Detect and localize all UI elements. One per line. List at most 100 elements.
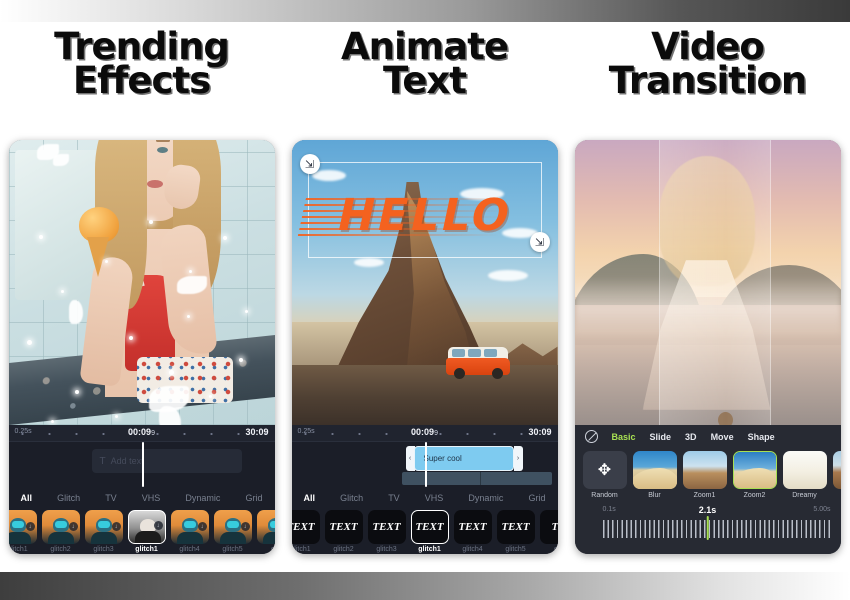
category-tab-dynamic[interactable]: Dynamic: [468, 493, 503, 503]
category-tab-all[interactable]: All: [21, 493, 33, 503]
effect-category-tabs[interactable]: All Glitch TV VHS Dynamic Grid: [292, 487, 558, 508]
van-window: [451, 349, 465, 357]
video-preview-transition[interactable]: [574, 140, 841, 425]
category-tab-tv[interactable]: TV: [105, 493, 117, 503]
no-transition-icon[interactable]: [584, 430, 598, 443]
video-preview-effects[interactable]: [8, 140, 275, 425]
text-style-item[interactable]: TE glit: [539, 510, 558, 553]
category-tab-glitch[interactable]: Glitch: [340, 493, 363, 503]
text-style-label: glitch3: [376, 546, 397, 553]
transition-item-blur[interactable]: Blur: [632, 451, 677, 504]
video-preview-text[interactable]: HELLO ⇲ ⇲: [291, 140, 558, 425]
text-style-thumbnail-list[interactable]: TEXT glitch1 TEXT glitch2 TEXT glitch3: [291, 508, 558, 554]
transition-tab-slide[interactable]: Slide: [650, 432, 672, 442]
effect-item[interactable]: ↓ glitch2: [41, 510, 80, 553]
transition-item-random[interactable]: ✥ Random: [582, 451, 627, 504]
phone-screenshots-row: 0.25s 00:099 30:09 T Add text All Glitch: [0, 140, 850, 560]
effect-item-selected[interactable]: ↓ glitch1: [127, 510, 166, 553]
overlay-text[interactable]: HELLO: [332, 190, 517, 241]
timeline-track-area[interactable]: T Add text: [9, 442, 275, 487]
transition-item-zoom2-selected[interactable]: Zoom2: [732, 451, 777, 504]
text-style-item[interactable]: TEXT glitch4: [453, 510, 492, 553]
transition-thumbnail: [832, 451, 841, 489]
cone-waffle: [86, 237, 109, 277]
effect-thumbnail: ↓: [213, 510, 252, 544]
transition-tab-shape[interactable]: Shape: [748, 432, 775, 442]
effect-label: glitch1: [8, 546, 28, 553]
transition-tab-3d[interactable]: 3D: [685, 432, 697, 442]
van-window: [467, 349, 481, 357]
resize-handle-icon[interactable]: ⇲: [529, 232, 550, 252]
transition-label: Blur: [648, 492, 661, 499]
text-clip-label: Super cool: [423, 454, 462, 463]
text-style-thumbnail: TEXT: [496, 510, 535, 544]
ruler-zoom-label: 0.25s: [14, 428, 32, 435]
transition-category-tabs[interactable]: Basic Slide 3D Move Shape: [575, 425, 841, 448]
transition-tab-move[interactable]: Move: [711, 432, 734, 442]
timeline-ruler[interactable]: 0.25s 00:099 30:09: [8, 425, 275, 442]
effect-item[interactable]: ↓ glitch4: [170, 510, 209, 553]
duration-slider-knob[interactable]: [706, 516, 709, 540]
transition-item-zoom1[interactable]: Zoom1: [682, 451, 727, 504]
eye-right: [156, 147, 168, 153]
effect-category-tabs[interactable]: All Glitch TV VHS Dynamic Grid: [9, 487, 275, 508]
playhead[interactable]: [424, 442, 427, 487]
phone-3-transition-screen: Basic Slide 3D Move Shape ✥ Random Blur …: [574, 140, 841, 554]
floral-skirt: [136, 357, 233, 403]
clip-trim-handle-right[interactable]: ›: [513, 446, 523, 471]
transition-thumbnail: [632, 451, 677, 489]
text-style-thumbnail: TEXT: [410, 510, 449, 544]
download-icon: ↓: [153, 521, 163, 530]
category-tab-dynamic[interactable]: Dynamic: [185, 493, 220, 503]
transition-thumbnail-list[interactable]: ✥ Random Blur Zoom1 Zoom2 Dreamy: [575, 448, 841, 504]
duration-slider[interactable]: 0.1s 2.1s 5.00s: [575, 504, 841, 550]
playhead[interactable]: [141, 442, 144, 487]
resize-handle-icon[interactable]: ⇲: [299, 154, 320, 174]
download-icon: ↓: [111, 522, 121, 531]
heading-trending-effects: Trending Effects: [0, 28, 283, 99]
add-text-track[interactable]: T Add text: [91, 449, 242, 473]
vw-van: [444, 347, 512, 379]
ruler-zoom-label: 0.25s: [297, 428, 315, 435]
heading-animate-text: Animate Text: [283, 28, 566, 103]
transition-item-glitch[interactable]: Glitch: [832, 451, 841, 504]
transition-item-dreamy[interactable]: Dreamy: [782, 451, 827, 504]
text-style-item[interactable]: TEXT glitch5: [496, 510, 535, 553]
effect-item[interactable]: ↓ glitch1: [8, 510, 37, 553]
desert-ground: [291, 365, 558, 425]
category-tab-glitch[interactable]: Glitch: [57, 493, 80, 503]
text-style-item[interactable]: TEXT glitch3: [367, 510, 406, 553]
eyebrow-right: [155, 140, 170, 142]
timeline-track-area[interactable]: ‹ Super cool ›: [292, 442, 558, 487]
category-tab-vhs[interactable]: VHS: [425, 493, 444, 503]
category-tab-tv[interactable]: TV: [388, 493, 400, 503]
poster-canvas: Trending Effects Animate Text Video Tran…: [0, 0, 850, 600]
effect-item[interactable]: ↓ glitch5: [213, 510, 252, 553]
effect-item[interactable]: glit: [256, 510, 275, 553]
effect-label: glitch4: [179, 546, 200, 553]
transition-tab-basic[interactable]: Basic: [612, 432, 636, 442]
timeline-ruler[interactable]: 0.25s 00:099 30:09: [291, 425, 558, 442]
effect-thumbnail-list[interactable]: ↓ glitch1 ↓ glitch2 ↓ glitch3 ↓ glitch1 …: [8, 508, 275, 554]
effect-thumbnail: ↓: [84, 510, 123, 544]
text-style-item[interactable]: TEXT glitch2: [324, 510, 363, 553]
effect-item[interactable]: ↓ glitch3: [84, 510, 123, 553]
text-style-item[interactable]: TEXT glitch1: [291, 510, 320, 553]
heading-line-2: Text: [383, 59, 467, 103]
text-clip[interactable]: Super cool: [413, 446, 514, 471]
add-text-placeholder: Add text: [110, 456, 144, 466]
transition-thumbnail: [732, 451, 777, 489]
text-style-item-selected[interactable]: TEXT glitch1: [410, 510, 449, 553]
category-tab-grid[interactable]: Grid: [528, 493, 545, 503]
category-tab-all[interactable]: All: [304, 493, 316, 503]
category-tab-vhs[interactable]: VHS: [142, 493, 161, 503]
download-icon: ↓: [197, 522, 207, 531]
transition-label: Zoom1: [693, 492, 716, 499]
van-window: [483, 349, 497, 357]
effect-label: glitch2: [50, 546, 71, 553]
phone-1-effects-screen: 0.25s 00:099 30:09 T Add text All Glitch: [8, 140, 275, 554]
transition-wipe-band: [658, 140, 771, 425]
category-tab-grid[interactable]: Grid: [245, 493, 262, 503]
van-wheel: [491, 368, 503, 379]
text-editor-panel: 0.25s 00:099 30:09 ‹ Super cool › All Gl…: [291, 425, 558, 554]
